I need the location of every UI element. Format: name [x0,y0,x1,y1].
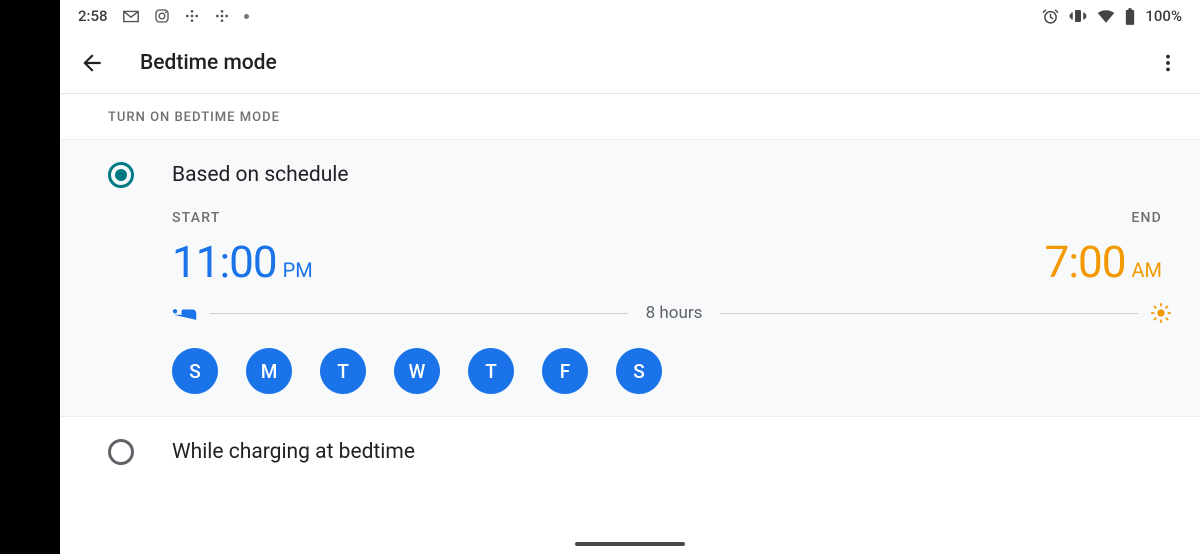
duration-line-left [210,313,628,314]
podcast-icon [184,8,200,24]
alarm-icon [1042,8,1059,25]
start-label: START [172,210,313,226]
option-schedule-title: Based on schedule [172,163,349,187]
instagram-icon [154,8,170,24]
day-mon[interactable]: M [246,348,292,394]
battery-percent: 100% [1145,7,1182,25]
start-time-value: 11:00 [172,236,277,288]
sun-icon [1150,302,1172,324]
duration-line-right [720,313,1138,314]
end-time-value: 7:00 [1045,236,1126,288]
radio-charging[interactable] [108,439,134,465]
start-time-ampm: PM [283,258,313,282]
end-time-ampm: AM [1131,258,1162,282]
duration-text: 8 hours [640,303,709,323]
day-thu[interactable]: T [468,348,514,394]
gmail-icon [122,10,140,23]
bed-icon [172,304,198,322]
back-button[interactable] [78,49,106,77]
nav-handle[interactable] [575,542,685,546]
more-options-button[interactable] [1154,49,1182,77]
day-wed[interactable]: W [394,348,440,394]
page-title: Bedtime mode [140,51,277,75]
end-label: END [1045,210,1162,226]
podcast-icon-2 [214,8,230,24]
status-bar: 2:58 [60,0,1200,32]
wifi-icon [1097,9,1115,23]
option-charging-title: While charging at bedtime [172,440,415,464]
days-row: S M T W T F S [172,348,1172,394]
option-schedule[interactable]: Based on schedule START 11:00 PM END 7: [60,139,1200,416]
start-time-button[interactable]: 11:00 PM [172,236,313,288]
status-time: 2:58 [78,7,108,25]
vibrate-icon [1069,8,1087,24]
day-tue[interactable]: T [320,348,366,394]
end-time-button[interactable]: 7:00 AM [1045,236,1162,288]
more-notifications-dot [244,14,249,19]
day-fri[interactable]: F [542,348,588,394]
day-sun[interactable]: S [172,348,218,394]
day-sat[interactable]: S [616,348,662,394]
app-header: Bedtime mode [60,32,1200,94]
option-charging[interactable]: While charging at bedtime [60,416,1200,487]
section-label: TURN ON BEDTIME MODE [60,94,1200,139]
radio-schedule[interactable] [108,162,134,188]
battery-icon [1125,8,1135,25]
